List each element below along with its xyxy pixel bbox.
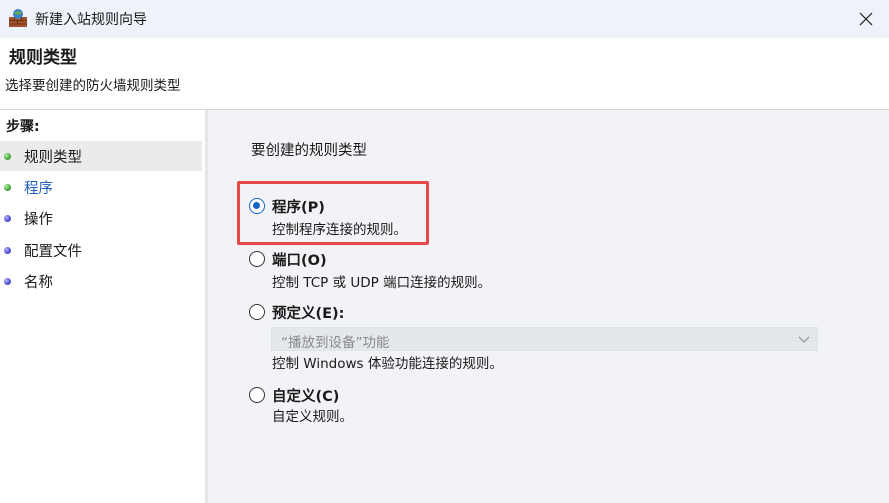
option-program[interactable]: 程序(P) 控制程序连接的规则。 bbox=[249, 196, 429, 240]
radio-predefined[interactable] bbox=[249, 304, 265, 320]
step-profile[interactable]: 配置文件 bbox=[0, 235, 202, 265]
wizard-header: 规则类型 选择要创建的防火墙规则类型 bbox=[0, 38, 889, 110]
title-bar: 新建入站规则向导 bbox=[0, 0, 889, 38]
option-port[interactable]: 端口(O) 控制 TCP 或 UDP 端口连接的规则。 bbox=[249, 249, 529, 293]
step-label: 配置文件 bbox=[24, 243, 82, 260]
option-label: 端口(O) bbox=[272, 253, 327, 269]
step-label: 操作 bbox=[24, 211, 53, 228]
predefined-description-row: 控制 Windows 体验功能连接的规则。 bbox=[249, 352, 549, 372]
status-dot-icon bbox=[4, 214, 11, 222]
option-label: 程序(P) bbox=[272, 200, 325, 216]
radio-custom[interactable] bbox=[249, 387, 265, 403]
option-predefined[interactable]: 预定义(E): bbox=[249, 302, 549, 326]
radio-program[interactable] bbox=[249, 198, 265, 214]
option-description: 控制程序连接的规则。 bbox=[272, 222, 407, 238]
step-name[interactable]: 名称 bbox=[0, 266, 202, 296]
step-label: 程序 bbox=[24, 180, 53, 197]
main-panel: 要创建的规则类型 程序(P) 控制程序连接的规则。 端口(O) 控制 TCP 或… bbox=[208, 110, 889, 503]
status-dot-icon bbox=[4, 152, 11, 160]
chevron-down-icon bbox=[798, 336, 810, 343]
close-button[interactable] bbox=[843, 0, 889, 38]
option-description: 控制 Windows 体验功能连接的规则。 bbox=[272, 356, 503, 372]
option-description: 控制 TCP 或 UDP 端口连接的规则。 bbox=[272, 275, 492, 291]
page-title: 规则类型 bbox=[9, 48, 77, 68]
option-custom[interactable]: 自定义(C) 自定义规则。 bbox=[249, 385, 399, 429]
firewall-wall-icon bbox=[9, 9, 27, 27]
step-rule-type[interactable]: 规则类型 bbox=[0, 141, 202, 171]
status-dot-icon bbox=[4, 277, 11, 285]
option-label: 预定义(E): bbox=[272, 306, 345, 322]
step-label: 名称 bbox=[24, 274, 53, 291]
step-action[interactable]: 操作 bbox=[0, 203, 202, 233]
steps-title: 步骤: bbox=[6, 119, 40, 135]
option-label: 自定义(C) bbox=[272, 389, 340, 405]
select-value: “播放到设备”功能 bbox=[281, 335, 390, 351]
section-heading: 要创建的规则类型 bbox=[251, 143, 367, 159]
steps-sidebar: 步骤: 规则类型 程序 操作 配置文件 名称 bbox=[0, 110, 205, 503]
option-description: 自定义规则。 bbox=[272, 409, 353, 425]
close-icon bbox=[859, 12, 873, 26]
step-label: 规则类型 bbox=[24, 149, 82, 166]
status-dot-icon bbox=[4, 183, 11, 191]
status-dot-icon bbox=[4, 246, 11, 254]
radio-port[interactable] bbox=[249, 251, 265, 267]
step-program[interactable]: 程序 bbox=[0, 172, 202, 202]
page-subtitle: 选择要创建的防火墙规则类型 bbox=[5, 78, 181, 94]
window-title: 新建入站规则向导 bbox=[35, 12, 147, 28]
predefined-select[interactable]: “播放到设备”功能 bbox=[271, 327, 818, 351]
